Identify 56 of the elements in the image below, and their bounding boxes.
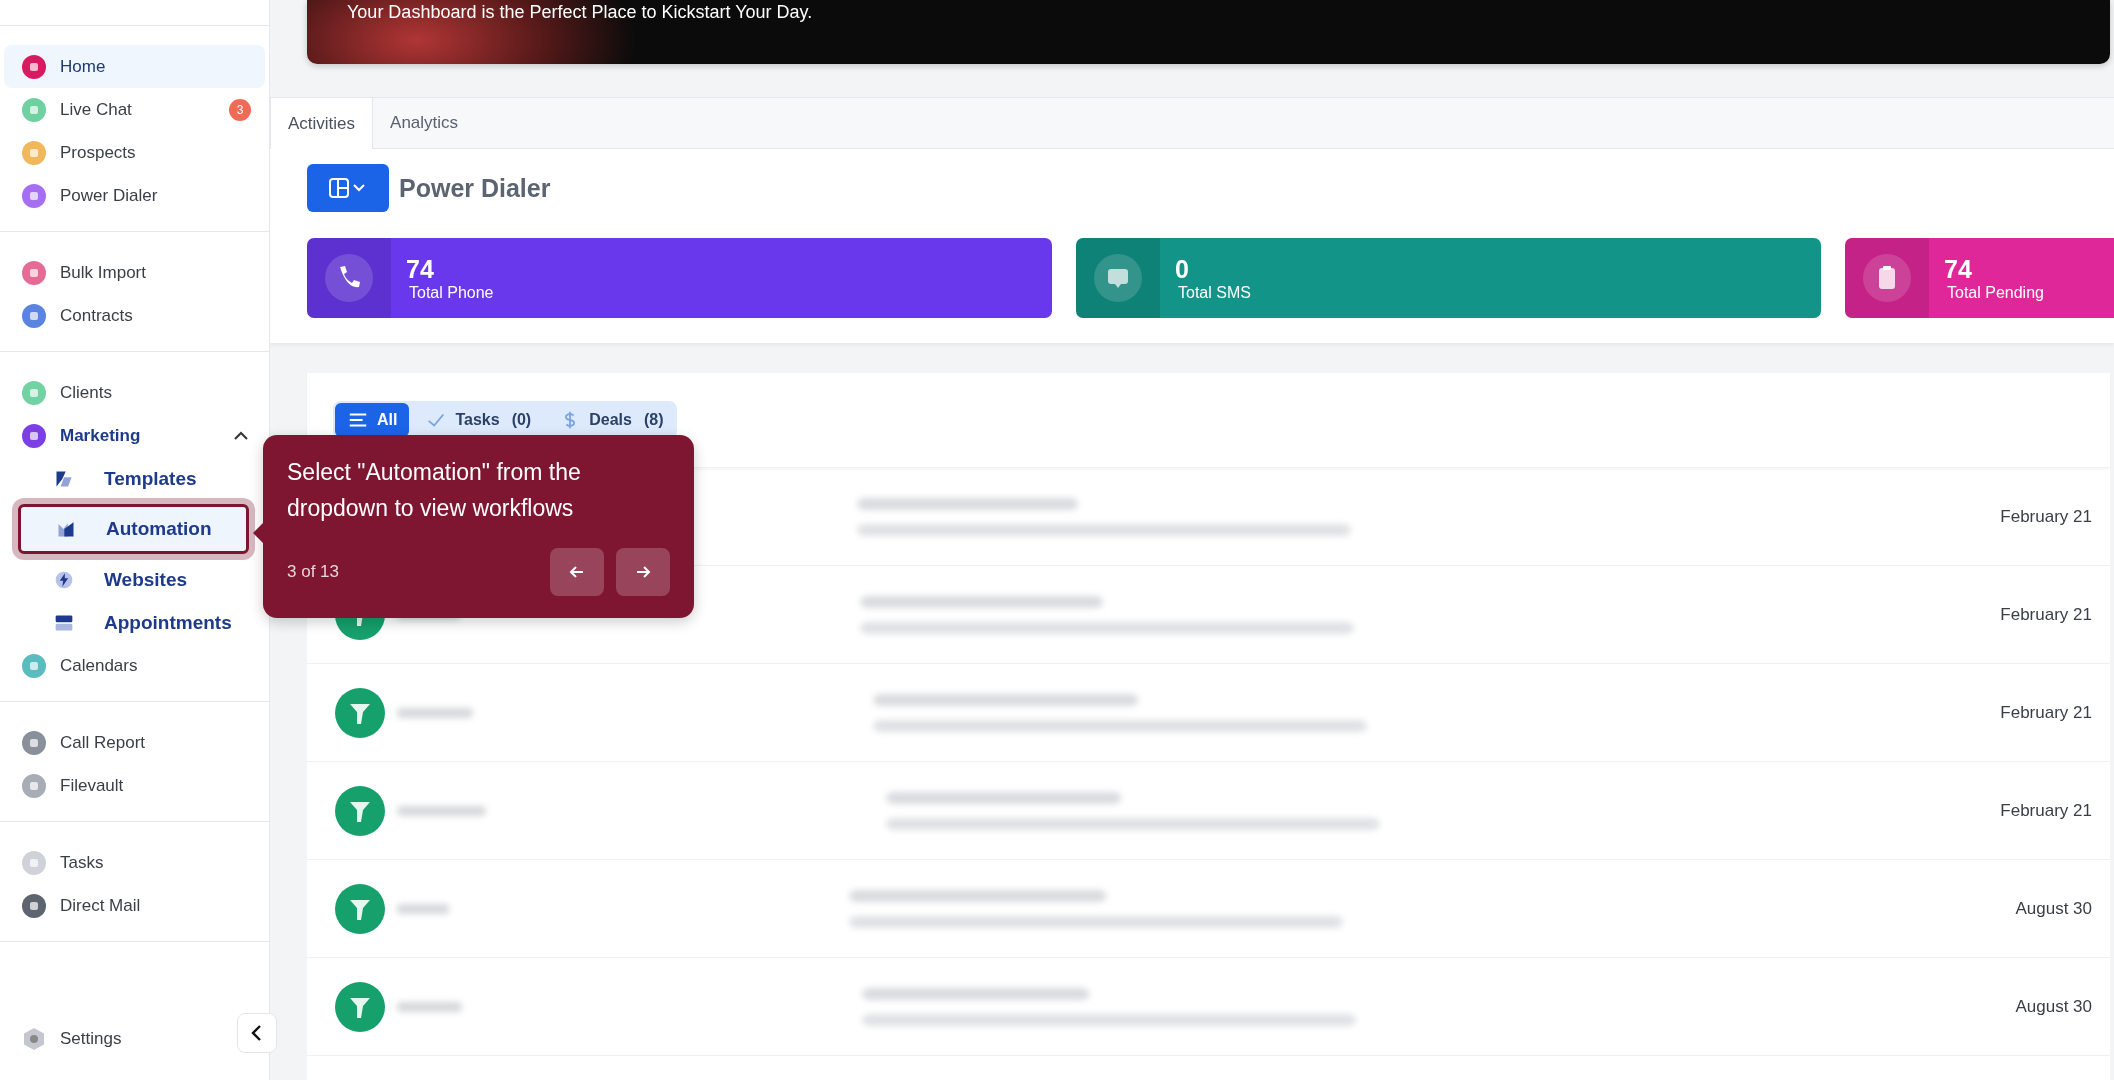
activity-row[interactable]: February 21	[307, 762, 2110, 860]
submenu-item[interactable]: Templates	[16, 457, 251, 500]
settings-item[interactable]: Settings	[4, 1017, 216, 1060]
row-date: August 30	[2015, 996, 2092, 1017]
filter-tab[interactable]: Tasks (0)	[413, 403, 544, 437]
filter-tab[interactable]: All	[335, 403, 410, 437]
stat-label: Total SMS	[1177, 283, 1251, 302]
stat-value: 74	[1944, 254, 1973, 284]
stat-label: Total Phone	[408, 283, 494, 302]
sidebar-item[interactable]: Home	[4, 45, 265, 88]
row-date: February 21	[2000, 604, 2092, 625]
row-date: February 21	[2000, 800, 2092, 821]
sidebar-item[interactable]: Calendars	[4, 644, 265, 687]
sidebar-item[interactable]: Call Report	[4, 721, 265, 764]
banner-text: Your Dashboard is the Perfect Place to Kickstart Your Day.	[347, 2, 813, 23]
tab[interactable]: Activities	[270, 98, 374, 149]
activity-row[interactable]: August 30	[307, 860, 2110, 958]
sidebar-item[interactable]: Live Chat 3	[4, 88, 265, 131]
sidebar-item[interactable]: Clients	[4, 371, 265, 414]
crown-icon	[56, 519, 76, 539]
submenu-item[interactable]: Websites	[16, 558, 251, 601]
sidebar-item[interactable]: Tasks	[4, 841, 265, 884]
sidebar-item[interactable]: Filevault	[4, 764, 265, 807]
submenu-item[interactable]: Automation	[18, 504, 249, 554]
row-date: February 21	[2000, 506, 2092, 527]
sidebar-item[interactable]: Direct Mail	[4, 884, 265, 927]
sidebar-item[interactable]: Contracts	[4, 294, 265, 337]
sidebar-item[interactable]: Prospects	[4, 131, 265, 174]
sidebar-item[interactable]: Power Dialer	[4, 174, 265, 217]
layout-dropdown-button[interactable]	[307, 164, 389, 212]
bolt-icon	[54, 569, 74, 590]
count-badge: 3	[229, 98, 251, 121]
chat-icon	[1094, 254, 1142, 302]
blurred-text	[397, 903, 449, 914]
submenu-item[interactable]: Appointments	[16, 601, 251, 644]
clipboard-icon	[1863, 254, 1911, 302]
layout-icon	[328, 176, 368, 200]
activity-row[interactable]: August 30	[307, 958, 2110, 1056]
row-date: February 21	[2000, 702, 2092, 723]
collapse-button[interactable]	[237, 1013, 277, 1053]
tab[interactable]: Analytics	[373, 98, 476, 148]
logo-avatar	[335, 883, 385, 934]
stat-value: 0	[1175, 254, 1190, 284]
logo-avatar	[335, 785, 385, 836]
stat-label: Total Pending	[1946, 283, 2044, 302]
blurred-text	[397, 1001, 462, 1012]
logo-avatar	[335, 687, 385, 738]
logo-avatar	[335, 981, 385, 1032]
section-title: Power Dialer	[399, 173, 551, 203]
phone-icon	[325, 254, 373, 302]
sidebar-item[interactable]: Marketing	[4, 414, 265, 457]
filter-tab[interactable]: Deals (8)	[547, 403, 676, 437]
sidebar-item[interactable]: Bulk Import	[4, 251, 265, 294]
row-date: August 30	[2015, 898, 2092, 919]
activity-row[interactable]: February 21	[307, 664, 2110, 762]
stat-value: 74	[406, 254, 435, 284]
